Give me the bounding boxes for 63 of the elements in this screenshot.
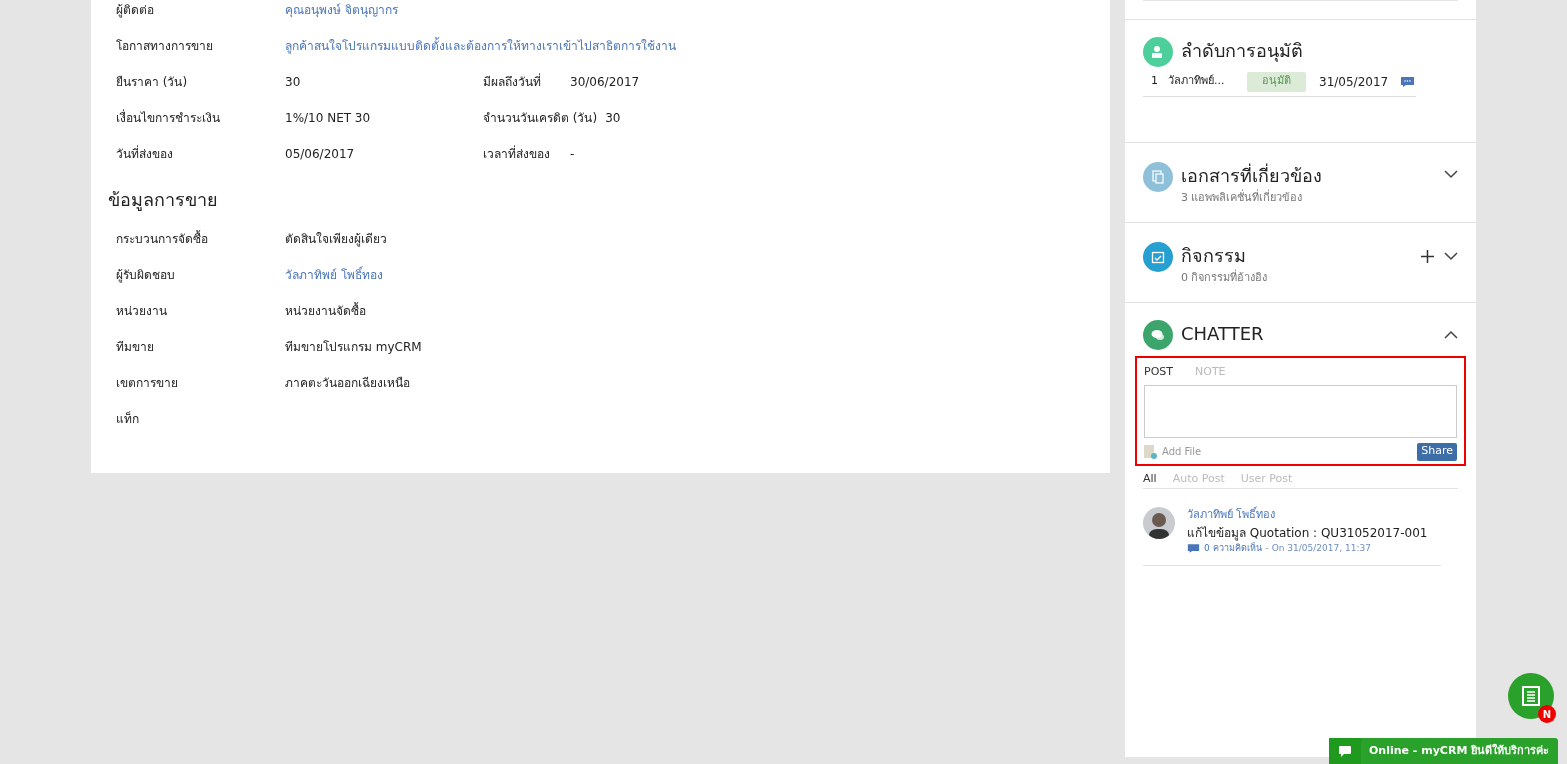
composer-tab[interactable]: POST — [1144, 364, 1173, 381]
field-label: เขตการขาย — [116, 375, 179, 392]
filter-tab[interactable]: All — [1143, 470, 1157, 488]
field-label: ทีมขาย — [116, 339, 155, 356]
chat-icon — [1143, 320, 1173, 350]
chat-bubble-icon — [1338, 744, 1352, 758]
field-label: แท็ก — [116, 410, 140, 428]
field-link[interactable]: คุณอนุพงษ์ จิตนุญากร — [285, 3, 398, 17]
field-label: ผู้ติดต่อ — [116, 3, 154, 17]
section-heading: ข้อมูลการขาย — [108, 188, 219, 213]
field-label: เวลาที่ส่งของ — [483, 147, 550, 161]
approver-icon — [1143, 37, 1173, 67]
notification-badge: N — [1538, 705, 1556, 723]
share-button[interactable]: Share — [1417, 442, 1457, 461]
section-title: CHATTER — [1181, 322, 1265, 346]
section-title: เอกสารที่เกี่ยวข้อง — [1181, 164, 1323, 188]
avatar — [1143, 507, 1175, 539]
field-label: โอกาสทางการขาย — [116, 39, 213, 53]
section-title: กิจกรรม — [1181, 244, 1247, 268]
calendar-icon — [1143, 242, 1173, 272]
comment-icon[interactable] — [1400, 75, 1416, 88]
field-label: มีผลถึงวันที่ — [483, 75, 541, 89]
field-value: 30 — [285, 75, 301, 89]
expand-icon[interactable] — [1444, 170, 1458, 179]
comment-icon — [1187, 542, 1200, 554]
document-icon — [1522, 686, 1540, 706]
post-time: - On 31/05/2017, 11:37 — [1265, 541, 1371, 555]
approval-index: 1 — [1150, 73, 1159, 90]
field-link[interactable]: วัลภาทิพย์ โพธิ์ทอง — [285, 266, 383, 284]
field-label: ยืนราคา (วัน) — [116, 75, 188, 89]
field-value: หน่วยงานจัดซื้อ — [285, 302, 366, 320]
collapse-icon[interactable] — [1444, 330, 1458, 339]
field-label: เงื่อนไขการชำระเงิน — [116, 111, 220, 125]
floating-action-button[interactable] — [1508, 673, 1554, 719]
field-value: 30 — [605, 111, 621, 125]
section-subtitle: 0 กิจกรรมที่อ้างอิง — [1181, 270, 1269, 286]
status-badge: อนุมัติ — [1247, 71, 1306, 92]
field-label: หน่วยงาน — [116, 303, 168, 320]
field-value: ทีมขายโปรแกรม myCRM — [285, 339, 422, 356]
post-text: แก้ไขข้อมูล Quotation : QU31052017-001 — [1187, 524, 1428, 542]
post-author[interactable]: วัลภาทิพย์ โพธิ์ทอง — [1187, 507, 1428, 524]
add-file-link[interactable]: Add File — [1162, 444, 1202, 459]
field-label: กระบวนการจัดซื้อ — [116, 230, 209, 248]
live-chat-bar[interactable]: Online - myCRM ยินดีให้บริการค่ะ — [1329, 738, 1558, 764]
field-value: - — [570, 147, 575, 161]
field-value: ตัดสินใจเพียงผู้เดียว — [285, 231, 387, 248]
documents-icon — [1143, 162, 1173, 192]
add-icon[interactable] — [1421, 250, 1434, 263]
expand-icon[interactable] — [1444, 252, 1458, 261]
comment-count[interactable]: 0 ความคิดเห็น — [1204, 541, 1262, 555]
field-value: 30/06/2017 — [570, 75, 640, 89]
field-label: ผู้รับผิดชอบ — [116, 267, 176, 284]
field-label: จำนวนวันเครดิต (วัน) — [483, 111, 598, 125]
field-link[interactable]: ลูกค้าสนใจโปรแกรมแบบติดตั้งและต้องการให้ทางเราเข้าไปสาธิตการใช้งาน — [285, 39, 676, 53]
section-title: ลำดับการอนุมัติ — [1181, 39, 1304, 63]
field-value: ภาคตะวันออกเฉียงเหนือ — [285, 375, 410, 392]
approver-name: วัลภาทิพย์... — [1168, 73, 1226, 90]
field-label: วันที่ส่งของ — [116, 147, 173, 161]
approval-date: 31/05/2017 — [1319, 73, 1389, 91]
section-subtitle: 3 แอพพลิเคชั่นที่เกี่ยวข้อง — [1181, 190, 1304, 206]
field-value: 1%/10 NET 30 — [285, 111, 371, 125]
field-value: 05/06/2017 — [285, 147, 355, 161]
post-input[interactable] — [1144, 384, 1457, 438]
